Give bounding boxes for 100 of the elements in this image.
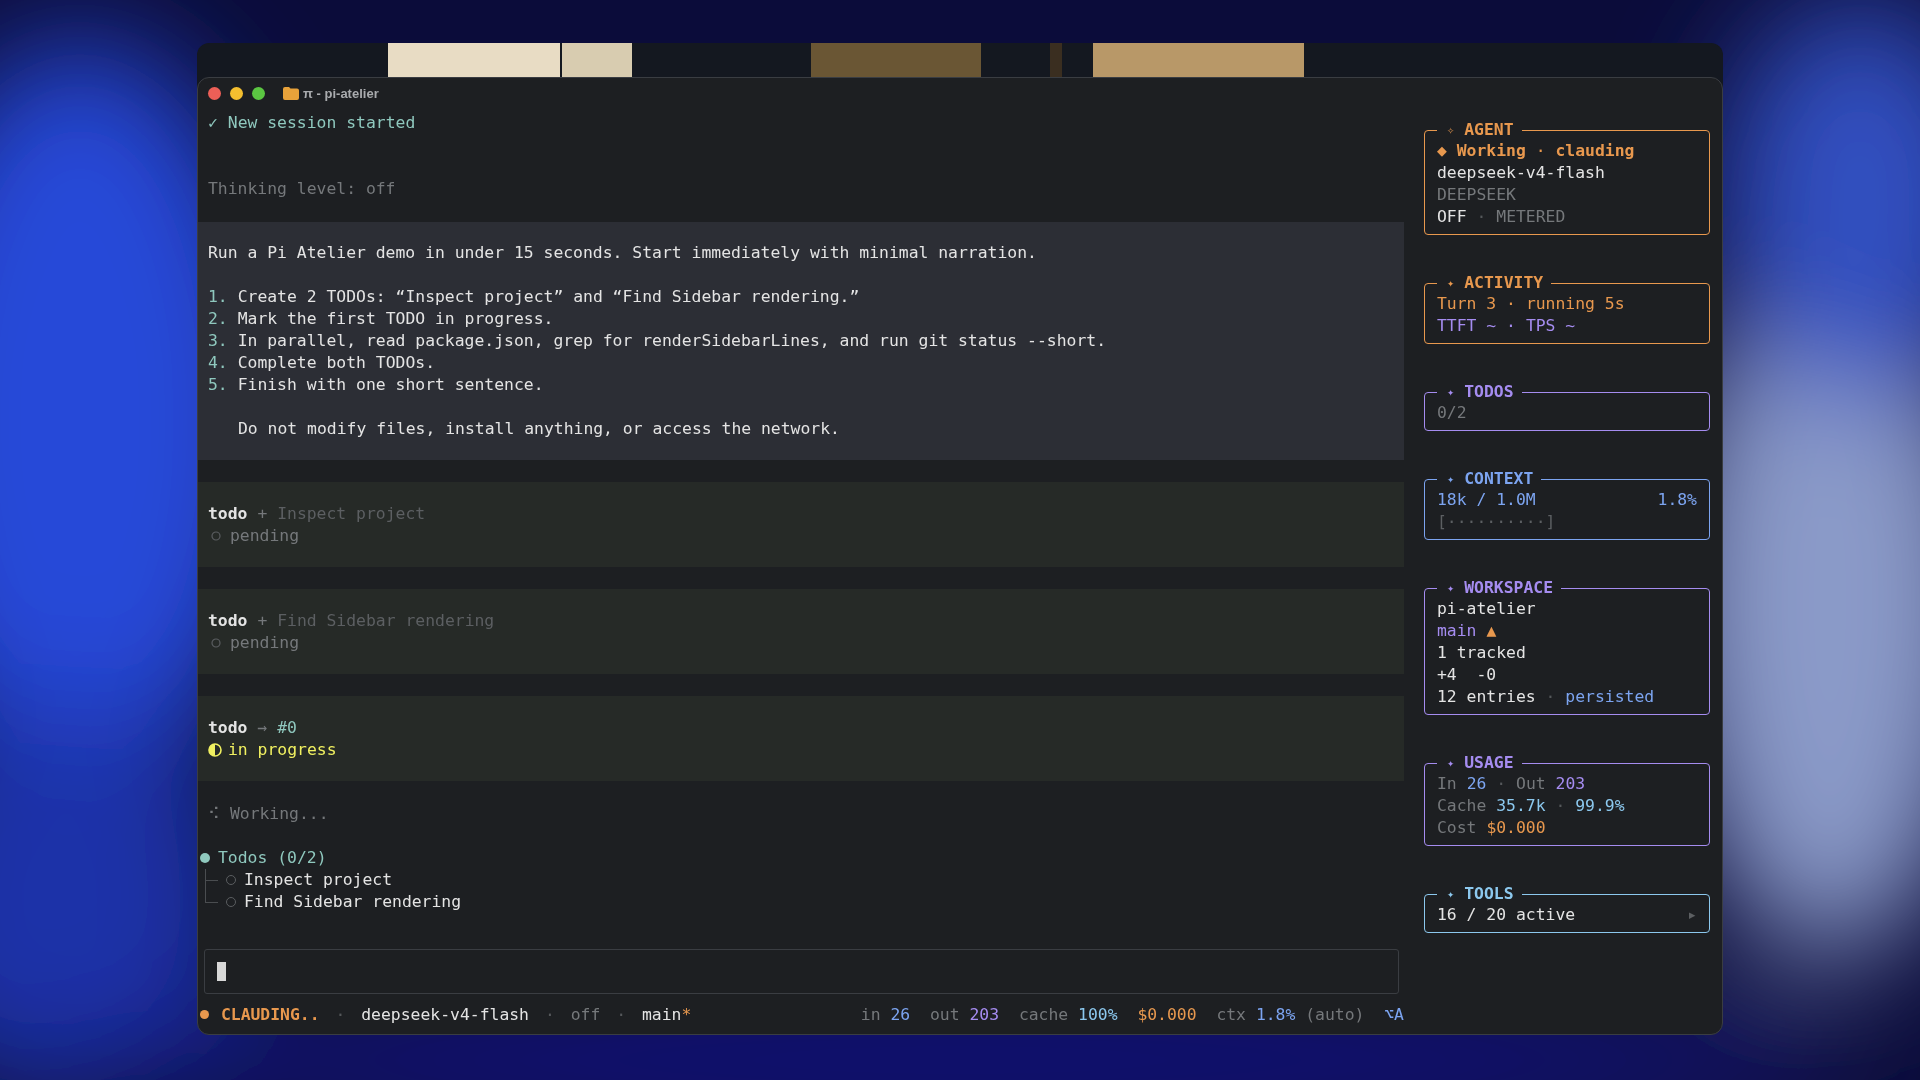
sparkle-icon: ✦ <box>1447 884 1455 904</box>
sparkle-icon: ✦ <box>1447 382 1455 402</box>
panel-text: deepseek-v4-flash <box>1437 162 1605 184</box>
panel-text: [··········] <box>1437 511 1556 533</box>
message-text: Do not modify files, install anything, or access the network. <box>237 418 841 440</box>
separator: · <box>544 1004 555 1024</box>
message-text: Run a Pi Atelier demo in under 15 seconds. Start immediately with minimal narration. <box>207 242 1038 264</box>
panel-text: 0/2 <box>1437 402 1467 424</box>
tool-name: todo <box>208 610 248 632</box>
panel-text: · <box>1506 293 1516 315</box>
panel-title: TOOLS <box>1464 884 1514 904</box>
separator: · <box>616 1004 627 1024</box>
sparkle-icon: ✦ <box>1447 578 1455 598</box>
step-number: 3. <box>208 330 228 352</box>
panel-text: · <box>1506 315 1516 337</box>
operation-symbol: + <box>257 610 268 632</box>
panel-text: TPS ~ <box>1525 315 1576 337</box>
text-cursor <box>217 962 226 981</box>
input-field[interactable] <box>204 949 1399 994</box>
step-number: 1. <box>208 286 228 308</box>
status-text: ctx <box>1216 1004 1246 1024</box>
status-text: 26 <box>890 1004 911 1024</box>
panel-title: USAGE <box>1464 753 1514 773</box>
sparkle-icon: ✦ <box>1447 469 1455 489</box>
panel-text: 35.7k <box>1496 795 1546 817</box>
step-text: Mark the first TODO in progress. <box>237 308 554 330</box>
panel-text: 99.9% <box>1575 795 1625 817</box>
notice-text: New session started <box>227 112 416 134</box>
panel-text: DEEPSEEK <box>1437 184 1516 206</box>
status-dot <box>200 1009 209 1019</box>
panel-title: AGENT <box>1464 120 1514 140</box>
status-text: cache <box>1018 1004 1069 1024</box>
operation-symbol: → <box>257 717 268 739</box>
status-text: out <box>930 1004 960 1024</box>
panel-text: ▸ <box>1687 904 1697 926</box>
window-title: π - pi-atelier <box>303 85 379 101</box>
step-text: In parallel, read package.json, grep for renderSidebarLines, and run git status --short. <box>237 330 1107 352</box>
panel-title: ACTIVITY <box>1464 273 1544 293</box>
panel-title: WORKSPACE <box>1464 578 1554 598</box>
close-button[interactable] <box>208 86 221 100</box>
separator: · <box>1496 773 1507 795</box>
tool-name: todo <box>208 503 248 525</box>
status-text: 100% <box>1078 1004 1118 1024</box>
panel-text: In <box>1437 773 1457 795</box>
panel-text: Out <box>1516 773 1546 795</box>
status-text: * <box>681 1004 692 1024</box>
panel-title: CONTEXT <box>1464 469 1534 489</box>
panel-text: persisted <box>1565 686 1655 708</box>
panel-text: 1.8% <box>1657 489 1697 511</box>
panel-text: Turn 3 <box>1437 293 1497 315</box>
status-text: ⌥A <box>1384 1004 1404 1024</box>
status-text: main <box>641 1004 682 1024</box>
panel-text: METERED <box>1496 206 1566 228</box>
spinner-icon: ⠪ <box>208 803 220 825</box>
tool-argument: Inspect project <box>277 503 426 525</box>
separator: · <box>1476 206 1487 228</box>
panel-text: $0.000 <box>1486 817 1546 839</box>
panel-text: main <box>1437 620 1477 642</box>
sparkle-icon: ✧ <box>1447 120 1455 140</box>
tool-argument: Find Sidebar rendering <box>277 610 495 632</box>
panel-text: clauding <box>1555 140 1635 162</box>
panel-text: 16 / 20 active <box>1437 904 1576 926</box>
status-text: (auto) <box>1305 1004 1365 1024</box>
operation-symbol: + <box>257 503 268 525</box>
todos-title: Todos (0/2) <box>218 847 327 869</box>
panel-text: 18k / 1.0M <box>1437 489 1536 511</box>
tool-name: todo <box>208 717 248 739</box>
panel-text: +4 -0 <box>1437 664 1497 686</box>
status-text: in <box>860 1004 881 1024</box>
panel-text: ◆ Working <box>1437 140 1526 162</box>
panel-text: ▲ <box>1486 620 1497 642</box>
status-text: off <box>570 1004 601 1024</box>
step-text: Complete both TODOs. <box>237 352 435 374</box>
separator: · <box>1555 795 1566 817</box>
todo-item: Inspect project <box>244 869 393 891</box>
panel-text: TTFT ~ <box>1437 315 1497 337</box>
step-text: Create 2 TODOs: “Inspect project” and “Find Sidebar rendering.” <box>237 286 860 308</box>
info-text: Thinking level: off <box>207 178 397 200</box>
panel-text: OFF <box>1437 206 1467 228</box>
step-text: Finish with one short sentence. <box>237 374 544 396</box>
status-text: $0.000 <box>1137 1004 1197 1024</box>
status-text: in progress <box>228 739 337 761</box>
status-text: CLAUDING.. <box>220 1004 320 1024</box>
panel-text: pi-atelier <box>1437 598 1536 620</box>
panel-text: 203 <box>1555 773 1586 795</box>
minimize-button[interactable] <box>230 86 243 100</box>
panel-text: 12 entries <box>1437 686 1536 708</box>
zoom-button[interactable] <box>252 86 265 100</box>
panel-text: 1 tracked <box>1437 642 1526 664</box>
status-text: pending <box>230 525 300 547</box>
status-text: 203 <box>969 1004 1000 1024</box>
status-text: 1.8% <box>1255 1004 1296 1024</box>
status-dot <box>200 853 210 863</box>
status-text: deepseek-v4-flash <box>361 1004 529 1024</box>
panel-text: · <box>1535 140 1546 162</box>
folder-icon <box>283 86 299 100</box>
panel-text: running 5s <box>1525 293 1625 315</box>
step-number: 5. <box>208 374 228 396</box>
todo-item: Find Sidebar rendering <box>244 891 462 913</box>
step-number: 2. <box>208 308 228 330</box>
